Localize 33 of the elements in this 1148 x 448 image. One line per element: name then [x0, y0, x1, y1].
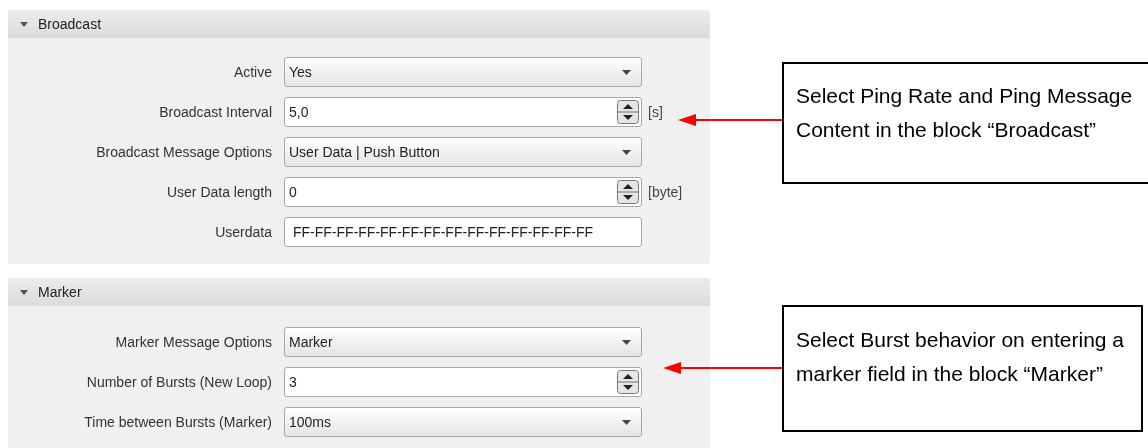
field-label: Time between Bursts (Marker) — [83, 412, 272, 432]
spinner-icon[interactable] — [617, 100, 639, 124]
section-title: Broadcast — [38, 14, 102, 34]
collapse-caret-icon — [20, 289, 28, 295]
number-field[interactable]: 3 — [284, 367, 642, 397]
field-label: Marker Message Options — [114, 332, 272, 352]
collapse-caret-icon — [20, 21, 28, 27]
field-label: Active — [232, 62, 272, 82]
section-header[interactable]: Broadcast — [8, 10, 710, 38]
unit-label: [byte] — [648, 182, 684, 202]
dropdown[interactable]: Yes — [284, 57, 642, 87]
caret-icon — [622, 69, 631, 75]
spinner-icon[interactable] — [617, 370, 639, 394]
dropdown[interactable]: 100ms — [284, 407, 642, 437]
section-title: Marker — [38, 282, 82, 302]
field-label: User Data length — [165, 182, 272, 202]
spinner-icon[interactable] — [617, 180, 639, 204]
unit-label: [s] — [648, 102, 664, 122]
caret-icon — [622, 419, 631, 425]
callout-box: Select Ping Rate and Ping Message Content in the block “Broadcast” — [782, 62, 1148, 184]
dropdown[interactable]: Marker — [284, 327, 642, 357]
field-label: Broadcast Message Options — [95, 142, 272, 162]
text-field[interactable]: FF-FF-FF-FF-FF-FF-FF-FF-FF-FF-FF-FF-FF-FF — [284, 217, 642, 247]
number-field[interactable]: 5,0 — [284, 97, 642, 127]
caret-icon — [622, 339, 631, 345]
field-label: Number of Bursts (New Loop) — [85, 372, 272, 392]
section-header[interactable]: Marker — [8, 278, 710, 306]
field-label: Userdata — [214, 222, 272, 242]
number-field[interactable]: 0 — [284, 177, 642, 207]
callout-box: Select Burst behavior on entering a marker field in the block “Marker” — [782, 305, 1143, 432]
field-label: Broadcast Interval — [158, 102, 272, 122]
dropdown[interactable]: User Data | Push Button — [284, 137, 642, 167]
caret-icon — [622, 149, 631, 155]
